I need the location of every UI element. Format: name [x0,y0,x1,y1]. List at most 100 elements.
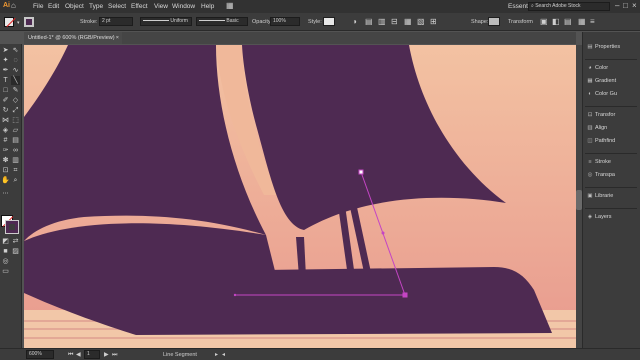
hand-tool-icon[interactable]: ✋ [1,176,10,185]
close-icon[interactable]: × [632,2,637,10]
minimize-icon[interactable]: – [615,2,619,10]
panel-align[interactable]: ▥ Align [585,125,607,137]
paintbrush-tool-icon[interactable]: ✎ [11,86,20,95]
anchor-point[interactable] [402,292,408,298]
blend-tool-icon[interactable]: ∞ [11,146,20,155]
scale-tool-icon[interactable]: ⤢ [11,106,20,115]
menu-file[interactable]: File [33,3,43,10]
gradient-tool-icon[interactable]: ▤ [11,136,20,145]
maximize-icon[interactable]: □ [623,2,628,10]
direct-selection-tool-icon[interactable]: ⇖ [11,46,20,55]
close-tab-icon[interactable]: × [116,32,119,44]
eyedropper-tool-icon[interactable]: ✑ [1,146,10,155]
panel-transparency[interactable]: ◎ Transpa [585,172,615,184]
align-bottom-icon[interactable]: ▦ [404,18,412,26]
fill-swatch[interactable] [4,17,16,28]
menu-select[interactable]: Select [108,3,126,10]
zoom-field[interactable]: 600% [26,350,54,359]
panel-transform[interactable]: ⊡ Transfor [585,112,616,124]
document-tab[interactable]: Untitled-1* @ 600% (RGB/Preview) × [24,32,122,44]
color-mode-icon[interactable]: ■ [1,247,10,256]
panel-gradient[interactable]: ▦ Gradient [585,78,616,90]
select-similar-icon[interactable]: ◧ [552,18,560,26]
draw-mode-icon[interactable]: ◎ [1,257,10,266]
anchor-point[interactable] [358,169,364,175]
panel-properties[interactable]: ▤ Properties [585,44,620,56]
arrange-icon[interactable]: ▤ [564,18,572,26]
eraser-tool-icon[interactable]: ◇ [11,96,20,105]
panel-stroke[interactable]: ≡ Stroke [585,159,611,171]
panel-menu-icon[interactable]: ≡ [590,18,595,26]
menu-help[interactable]: Help [201,3,214,10]
panel-libraries[interactable]: ▣ Librarie [585,193,613,205]
type-tool-icon[interactable]: T [1,76,10,85]
next-artboard-icon[interactable]: ▶ [104,351,109,359]
stroke-label[interactable]: Stroke: [80,19,97,25]
grid-icon[interactable]: ▦ [578,18,586,26]
line-segment-tool-icon[interactable]: ╲ [11,76,20,85]
chevron-down-icon[interactable]: ▾ [17,19,20,27]
curvature-tool-icon[interactable]: ∿ [11,66,20,75]
brush-definition[interactable]: Basic [196,17,248,26]
graph-tool-icon[interactable]: ▥ [11,156,20,165]
graphic-style-swatch[interactable] [323,17,335,26]
rectangle-tool-icon[interactable]: □ [1,86,10,95]
menu-view[interactable]: View [154,3,168,10]
default-colors-icon[interactable]: ◩ [1,237,10,246]
panel-layers[interactable]: ◈ Layers [585,214,612,226]
panel-pathfinder[interactable]: ◫ Pathfind [585,138,615,150]
distribute-icon[interactable]: ⊟ [391,18,398,26]
variable-width-profile[interactable]: Uniform [140,17,192,26]
stroke-indicator[interactable] [5,220,19,234]
panel-color[interactable]: ◕ Color [585,65,608,77]
zoom-tool-icon[interactable]: ⌕ [11,176,20,185]
panel-color-guide[interactable]: ◐ Color Gu [585,91,617,103]
width-tool-icon[interactable]: ⋈ [1,116,10,125]
menu-object[interactable]: Object [65,3,84,10]
scroll-left-icon[interactable]: ◂ [222,351,225,359]
shape-swatch[interactable] [488,17,500,26]
artboard-number-field[interactable]: 1 [84,350,100,359]
artboard-tool-icon[interactable]: ⊡ [1,166,10,175]
opacity-field[interactable]: 100% [270,17,300,26]
shape-label[interactable]: Shape: [471,19,488,25]
slice-tool-icon[interactable]: ⌗ [11,166,20,175]
status-tool-hint[interactable]: Line Segment [163,352,197,358]
previous-artboard-icon[interactable]: ◀ [76,351,81,359]
align-right-icon[interactable]: ▧ [417,18,425,26]
artwork[interactable] [24,45,576,348]
free-transform-tool-icon[interactable]: ⬚ [11,116,20,125]
arrange-documents-icon[interactable]: ▦ [226,2,234,10]
shape-builder-tool-icon[interactable]: ◈ [1,126,10,135]
menu-edit[interactable]: Edit [48,3,59,10]
gradient-mode-icon[interactable]: ▨ [11,247,20,256]
shaper-tool-icon[interactable]: ✐ [1,96,10,105]
lasso-tool-icon[interactable]: ◌ [11,56,20,65]
status-menu-icon[interactable]: ▸ [215,351,218,359]
menu-effect[interactable]: Effect [131,3,148,10]
pen-tool-icon[interactable]: ✒ [1,66,10,75]
stroke-swatch[interactable] [24,17,34,27]
align-vertical-icon[interactable]: ⊞ [430,18,437,26]
stock-search-input[interactable]: ⌕ Search Adobe Stock [528,2,610,11]
last-artboard-icon[interactable]: ⏭ [112,351,117,359]
screen-mode-icon[interactable]: ▭ [1,267,10,276]
menu-type[interactable]: Type [89,3,103,10]
mesh-tool-icon[interactable]: # [1,136,10,145]
stroke-weight-field[interactable]: 2 pt [99,17,133,26]
swap-colors-icon[interactable]: ⇄ [11,237,20,246]
menu-window[interactable]: Window [172,3,195,10]
rotate-tool-icon[interactable]: ↻ [1,106,10,115]
isolate-icon[interactable]: ▣ [540,18,548,26]
magic-wand-tool-icon[interactable]: ✦ [1,56,10,65]
edit-toolbar-icon[interactable]: ⋯ [1,190,10,199]
transform-button[interactable]: Transform [508,19,533,25]
symbol-sprayer-tool-icon[interactable]: ✽ [1,156,10,165]
artboard-canvas[interactable] [24,45,576,348]
align-center-icon[interactable]: ▥ [378,18,386,26]
align-objects-icon[interactable]: ▤ [365,18,373,26]
home-icon[interactable]: ⌂ [11,2,16,10]
selection-tool-icon[interactable]: ➤ [1,46,10,55]
recolor-artwork-icon[interactable]: ◑ [352,18,357,26]
first-artboard-icon[interactable]: ⏮ [68,351,73,359]
